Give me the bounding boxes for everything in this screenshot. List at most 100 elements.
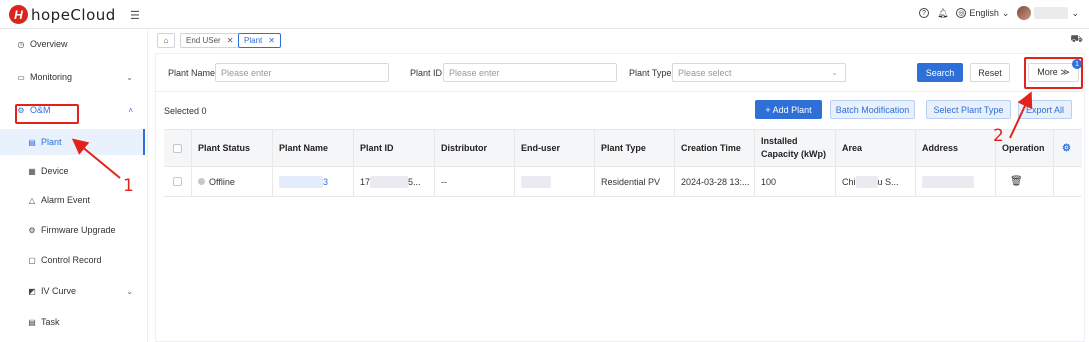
col-area[interactable]: Area bbox=[836, 130, 916, 166]
firmware-icon: ⚙ bbox=[28, 225, 36, 235]
search-button[interactable]: Search bbox=[917, 63, 963, 82]
col-plant-type[interactable]: Plant Type bbox=[595, 130, 675, 166]
close-icon[interactable]: ✕ bbox=[268, 36, 275, 45]
col-plant-name[interactable]: Plant Name bbox=[273, 130, 354, 166]
menu-fold-icon[interactable]: ☰ bbox=[130, 9, 140, 22]
cell-plant-type: Residential PV bbox=[595, 167, 675, 196]
plant-name-input[interactable]: Please enter bbox=[215, 63, 389, 82]
row-select-cell bbox=[164, 167, 192, 196]
sidebar-item-task[interactable]: ▤ Task bbox=[0, 309, 145, 335]
avatar bbox=[1017, 6, 1032, 20]
sidebar-item-iv-curve[interactable]: ◩ IV Curve ⌄ bbox=[0, 278, 145, 304]
question-icon[interactable]: ? bbox=[918, 8, 929, 18]
sidebar-item-label: IV Curve bbox=[41, 286, 77, 296]
record-icon: ▢ bbox=[28, 255, 36, 265]
col-address[interactable]: Address bbox=[916, 130, 996, 166]
sidebar-item-overview[interactable]: ◷ Overview bbox=[0, 31, 145, 57]
area-suffix: u S... bbox=[877, 176, 899, 187]
col-distributor[interactable]: Distributor bbox=[435, 130, 515, 166]
annotation-step-1: 1 bbox=[123, 176, 134, 196]
batch-modification-button[interactable]: Batch Modification bbox=[830, 100, 915, 119]
tab-plant[interactable]: Plant ✕ bbox=[238, 33, 281, 48]
app-logo[interactable]: H hopeCloud bbox=[9, 5, 116, 24]
sidebar-item-label: Device bbox=[41, 166, 69, 176]
plant-id-prefix: 17 bbox=[360, 176, 371, 187]
cell-plant-id: 17 5... bbox=[354, 167, 435, 196]
plant-name-text[interactable]: 3 bbox=[323, 177, 328, 187]
cell-empty bbox=[1054, 167, 1082, 196]
bell-icon[interactable]: 🔔︎ bbox=[937, 8, 948, 19]
status-text: Offline bbox=[209, 176, 235, 187]
col-plant-id[interactable]: Plant ID bbox=[354, 130, 435, 166]
redacted-name bbox=[279, 175, 323, 188]
task-icon: ▤ bbox=[28, 317, 36, 327]
sidebar-item-firmware-upgrade[interactable]: ⚙ Firmware Upgrade bbox=[0, 217, 145, 243]
chevron-down-icon: ⌄ bbox=[126, 286, 133, 296]
redacted-address bbox=[922, 175, 974, 188]
app-name: hopeCloud bbox=[31, 5, 116, 24]
col-operation: Operation bbox=[996, 130, 1054, 166]
table-header: Plant Status Plant Name Plant ID Distrib… bbox=[164, 130, 1082, 167]
export-all-button[interactable]: Export All bbox=[1018, 100, 1072, 119]
select-all-checkbox[interactable] bbox=[173, 143, 182, 153]
chevron-down-icon: ⌄ bbox=[831, 68, 838, 77]
sidebar-item-control-record[interactable]: ▢ Control Record bbox=[0, 247, 145, 273]
col-plant-status[interactable]: Plant Status bbox=[192, 130, 273, 166]
filter-bar: Plant Name Please enter Plant ID Please … bbox=[156, 54, 1084, 92]
chevron-down-icon: ⌄ bbox=[1001, 7, 1010, 18]
top-header: H hopeCloud ☰ ? 🔔︎ ◎ English ⌄ ⌄ bbox=[0, 0, 1089, 29]
plant-type-label: Plant Type bbox=[629, 68, 672, 78]
plant-name-label: Plant Name bbox=[168, 68, 216, 78]
chevron-up-icon: ˄ bbox=[128, 105, 133, 115]
select-plant-type-button[interactable]: Select Plant Type bbox=[926, 100, 1011, 119]
tab-label: End USer bbox=[186, 36, 221, 45]
language-label: English bbox=[969, 8, 999, 18]
table-row[interactable]: Offline 3 17 5... -- Residential PV 2024… bbox=[164, 167, 1082, 197]
tab-label: Plant bbox=[244, 36, 263, 45]
annotation-step-2: 2 bbox=[993, 126, 1004, 146]
redacted-area bbox=[855, 175, 878, 188]
plant-type-select[interactable]: Please select ⌄ bbox=[672, 63, 846, 82]
row-checkbox[interactable] bbox=[173, 177, 182, 186]
sidebar-item-label: Overview bbox=[30, 39, 68, 49]
col-installed-capacity[interactable]: Installed Capacity (kWp) bbox=[755, 130, 836, 166]
redacted-id bbox=[370, 175, 409, 188]
home-tab[interactable]: ⌂ bbox=[157, 33, 175, 48]
sidebar-item-label: Plant bbox=[41, 137, 62, 147]
plant-icon: ▤ bbox=[28, 137, 36, 147]
chevron-down-icon: ⌄ bbox=[1071, 7, 1079, 18]
basket-icon[interactable]: ⛟ bbox=[1070, 34, 1083, 47]
cell-capacity: 100 bbox=[755, 167, 836, 196]
active-indicator bbox=[143, 129, 145, 155]
close-icon[interactable]: ✕ bbox=[227, 36, 234, 45]
plant-list-panel: Plant Name Please enter Plant ID Please … bbox=[155, 53, 1085, 342]
gear-icon[interactable]: ⚙ bbox=[1062, 143, 1071, 154]
reset-button[interactable]: Reset bbox=[970, 63, 1010, 82]
header-actions: ? 🔔︎ ◎ English ⌄ ⌄ bbox=[918, 6, 1079, 20]
tab-end-user[interactable]: End USer ✕ bbox=[180, 33, 240, 48]
sidebar-item-label: Monitoring bbox=[30, 72, 73, 82]
cell-plant-name[interactable]: 3 bbox=[273, 167, 354, 196]
sidebar-item-monitoring[interactable]: ▭ Monitoring ⌄ bbox=[0, 64, 145, 90]
col-creation-time[interactable]: Creation Time bbox=[675, 130, 755, 166]
select-all-cell bbox=[164, 130, 192, 166]
trash-icon[interactable]: 🗑︎ bbox=[1010, 176, 1023, 187]
cell-area: Chi u S... bbox=[836, 167, 916, 196]
add-plant-button[interactable]: + Add Plant bbox=[755, 100, 822, 119]
globe-icon: ◎ bbox=[956, 8, 967, 18]
sidebar-item-plant[interactable]: ▤ Plant bbox=[0, 129, 145, 155]
plant-id-input[interactable]: Please enter bbox=[443, 63, 617, 82]
iv-curve-icon: ◩ bbox=[28, 286, 36, 296]
selected-count: Selected 0 bbox=[164, 106, 207, 116]
sidebar-item-label: Control Record bbox=[41, 255, 102, 265]
cell-operation: 🗑︎ bbox=[996, 167, 1054, 196]
cell-address bbox=[916, 167, 996, 196]
sidebar-item-label: Task bbox=[41, 317, 60, 327]
col-end-user[interactable]: End-user bbox=[515, 130, 595, 166]
user-menu[interactable]: ⌄ bbox=[1017, 6, 1079, 20]
cell-creation-time: 2024-03-28 13:... bbox=[675, 167, 755, 196]
redacted-end-user bbox=[521, 175, 551, 188]
plant-id-suffix: 5... bbox=[408, 176, 421, 187]
sidebar-item-label: Firmware Upgrade bbox=[41, 225, 116, 235]
language-selector[interactable]: ◎ English ⌄ bbox=[956, 8, 1009, 19]
